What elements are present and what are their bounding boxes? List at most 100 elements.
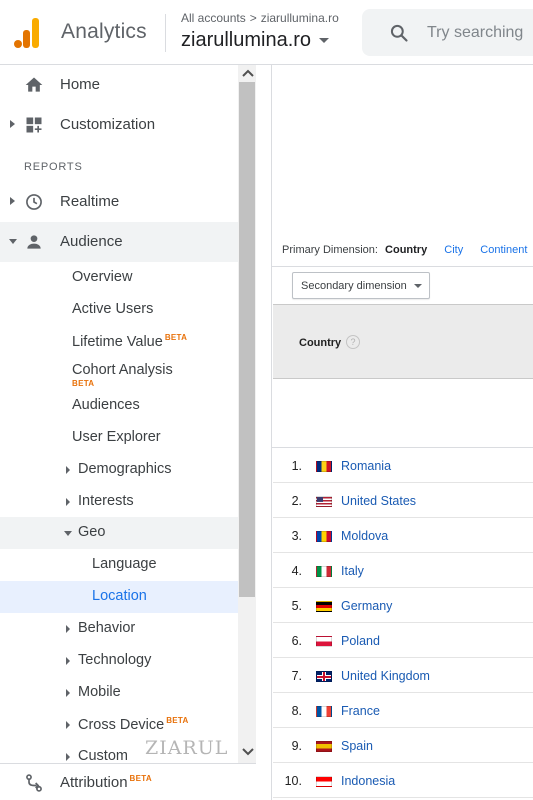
table-row: 2. United States	[273, 483, 533, 518]
country-link[interactable]: Moldova	[341, 529, 388, 543]
sidebar-subitem-label: Behavior	[78, 620, 136, 636]
country-link[interactable]: Indonesia	[341, 774, 395, 788]
breadcrumb-property[interactable]: ziarullumina.ro	[261, 11, 339, 25]
row-rank: 5.	[291, 599, 302, 613]
table-row: 4. Italy	[273, 553, 533, 588]
search-box[interactable]: Try searching	[362, 9, 533, 56]
sidebar-scroll-thumb[interactable]	[239, 82, 255, 597]
country-link[interactable]: Poland	[341, 634, 380, 648]
country-link[interactable]: Romania	[341, 459, 391, 473]
collapse-arrow-icon[interactable]	[9, 239, 17, 244]
dimension-continent-link[interactable]: Continent	[480, 244, 527, 256]
sidebar-item-attribution[interactable]: Attribution BETA	[0, 763, 256, 800]
country-link[interactable]: United Kingdom	[341, 669, 430, 683]
analytics-logo[interactable]	[14, 18, 40, 48]
country-link[interactable]: Italy	[341, 564, 364, 578]
sidebar-subitem-label: Cross Device BETA	[78, 716, 189, 733]
sidebar-item-demographics[interactable]: Demographics	[0, 454, 238, 486]
scroll-up-icon[interactable]	[242, 68, 254, 78]
sidebar-subitem-label: Lifetime Value BETA	[72, 333, 187, 350]
table-row: 8. France	[273, 693, 533, 728]
secondary-dimension-label: Secondary dimension	[301, 280, 407, 292]
country-flag-icon	[316, 566, 332, 577]
sidebar-item-customization[interactable]: Customization	[0, 105, 238, 145]
expand-arrow-icon[interactable]	[66, 466, 70, 474]
sidebar-item-label: Realtime	[60, 193, 120, 210]
sidebar-item-label: Home	[60, 76, 101, 93]
country-link[interactable]: United States	[341, 494, 416, 508]
chevron-down-icon	[319, 38, 330, 44]
country-link[interactable]: Spain	[341, 739, 373, 753]
breadcrumb[interactable]: All accounts > ziarullumina.ro	[181, 11, 339, 25]
sidebar-item-audiences[interactable]: Audiences	[0, 390, 238, 422]
country-flag-icon	[316, 741, 332, 752]
expand-arrow-icon[interactable]	[66, 721, 70, 729]
expand-arrow-icon[interactable]	[66, 498, 70, 506]
sidebar-item-cohort-analysis[interactable]: Cohort Analysis BETA	[0, 355, 238, 393]
sidebar-subitem-label: Language	[92, 556, 157, 572]
clock-icon	[26, 194, 42, 210]
expand-arrow-icon[interactable]	[66, 753, 70, 761]
beta-badge: BETA	[72, 379, 95, 388]
attribution-icon	[26, 774, 42, 792]
sidebar-item-overview[interactable]: Overview	[0, 262, 238, 294]
collapse-arrow-icon[interactable]	[64, 531, 72, 536]
logo-bar-mid	[23, 30, 30, 48]
sidebar-item-home[interactable]: Home	[0, 65, 238, 105]
cross-device-label: Cross Device	[78, 716, 165, 733]
sidebar-subitem-label: Cohort Analysis	[72, 362, 173, 378]
primary-dimension-bar: Primary Dimension: Country City Continen…	[282, 244, 533, 256]
expand-arrow-icon[interactable]	[10, 120, 15, 128]
table-row: 1. Romania	[273, 448, 533, 483]
divider	[272, 266, 533, 267]
dimension-city-link[interactable]: City	[444, 244, 463, 256]
sidebar-item-behavior[interactable]: Behavior	[0, 613, 238, 645]
sidebar-item-mobile[interactable]: Mobile	[0, 677, 238, 709]
country-flag-icon	[316, 531, 332, 542]
sidebar-item-location[interactable]: Location	[0, 581, 238, 613]
reports-section-label: REPORTS	[24, 161, 83, 173]
sidebar-item-lifetime-value[interactable]: Lifetime Value BETA	[0, 326, 238, 358]
row-rank: 7.	[291, 669, 302, 683]
logo-dot	[14, 40, 22, 48]
secondary-dimension-dropdown[interactable]: Secondary dimension	[292, 272, 430, 299]
country-link[interactable]: France	[341, 704, 380, 718]
beta-badge: BETA	[164, 333, 188, 342]
sidebar-subitem-label: Demographics	[78, 461, 172, 477]
watermark: ZIARUL	[145, 737, 229, 759]
expand-arrow-icon[interactable]	[10, 197, 15, 205]
sidebar-item-user-explorer[interactable]: User Explorer	[0, 422, 238, 454]
report-content: Primary Dimension: Country City Continen…	[271, 65, 533, 800]
table-row: 7. United Kingdom	[273, 658, 533, 693]
row-rank: 10.	[284, 774, 302, 788]
country-flag-icon	[316, 706, 332, 717]
app-title: Analytics	[61, 20, 147, 43]
expand-arrow-icon[interactable]	[66, 657, 70, 665]
sidebar-item-language[interactable]: Language	[0, 549, 238, 581]
breadcrumb-all-accounts[interactable]: All accounts	[181, 11, 246, 25]
sidebar-subitem-label: User Explorer	[72, 429, 161, 445]
property-selector[interactable]: ziarullumina.ro	[181, 29, 330, 52]
country-link[interactable]: Germany	[341, 599, 392, 613]
sidebar-subitem-label: Interests	[78, 493, 134, 509]
row-rank: 3.	[291, 529, 302, 543]
scroll-down-icon[interactable]	[242, 747, 254, 757]
sidebar-item-geo[interactable]: Geo	[0, 517, 238, 549]
column-header-country[interactable]: Country	[299, 337, 341, 349]
sidebar-item-interests[interactable]: Interests	[0, 486, 238, 518]
sidebar-item-technology[interactable]: Technology	[0, 645, 238, 677]
expand-arrow-icon[interactable]	[66, 625, 70, 633]
country-flag-icon	[316, 776, 332, 787]
table-row: 10. Indonesia	[273, 763, 533, 798]
help-icon[interactable]: ?	[346, 335, 360, 349]
expand-arrow-icon[interactable]	[66, 689, 70, 697]
sidebar-item-active-users[interactable]: Active Users	[0, 294, 238, 326]
sidebar-item-audience[interactable]: Audience	[0, 222, 238, 262]
chevron-down-icon	[414, 284, 422, 288]
sidebar-subitem-label: Overview	[72, 269, 133, 285]
sidebar-item-realtime[interactable]: Realtime	[0, 182, 238, 222]
table-header: Country ?	[273, 304, 533, 379]
country-flag-icon	[316, 496, 332, 507]
sidebar-subitem-label: Audiences	[72, 397, 140, 413]
app-header: Analytics All accounts > ziarullumina.ro z…	[0, 0, 533, 65]
